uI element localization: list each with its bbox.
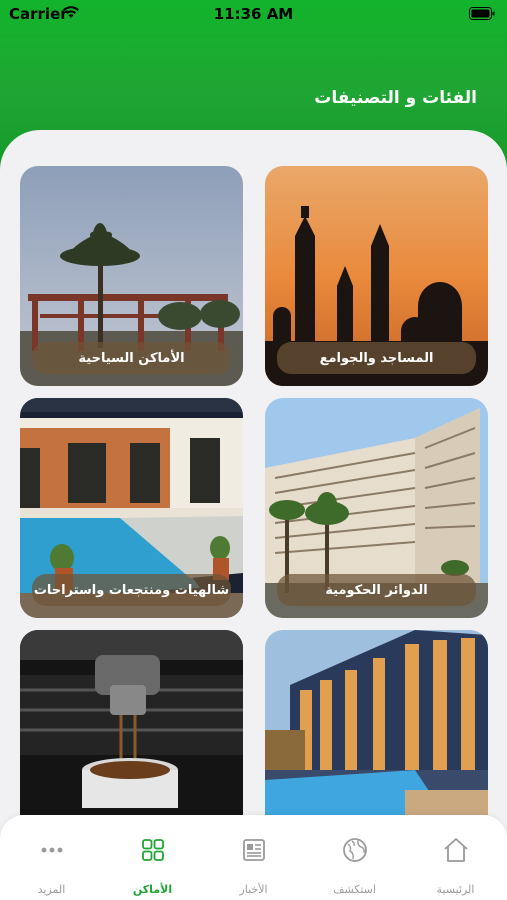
category-card-cafes[interactable] — [20, 630, 243, 815]
category-card-hotels[interactable] — [265, 630, 488, 815]
page-title: الفئات و التصنيفات — [314, 88, 477, 108]
tab-explore[interactable]: استكشف — [304, 815, 405, 900]
category-card-government[interactable]: الدوائر الحكومية — [265, 398, 488, 618]
newspaper-icon — [243, 839, 265, 861]
tab-places[interactable]: الأماكن — [102, 815, 203, 900]
category-label: الدوائر الحكومية — [277, 574, 476, 606]
categories-panel: المساجد والجوامع الأماكن السياحية الدوائ… — [0, 130, 507, 830]
hotel-night-pool-image — [265, 630, 488, 815]
globe-icon — [343, 838, 367, 862]
grid-icon — [142, 839, 164, 861]
tab-home[interactable]: الرئيسية — [405, 815, 506, 900]
category-label: الأماكن السياحية — [32, 342, 231, 374]
tab-more-label: المزيد — [37, 883, 66, 896]
category-label: المساجد والجوامع — [277, 342, 476, 374]
tab-more[interactable]: المزيد — [1, 815, 102, 900]
category-label: شالهيات ومنتجعات واستراحات — [32, 574, 231, 606]
status-bar: Carrier 11:36 AM — [0, 0, 507, 28]
tab-home-label: الرئيسية — [436, 883, 475, 896]
tab-news-label: الأخبار — [239, 883, 268, 896]
category-card-mosques[interactable]: المساجد والجوامع — [265, 166, 488, 386]
category-card-tourist-places[interactable]: الأماكن السياحية — [20, 166, 243, 386]
tab-places-label: الأماكن — [132, 883, 173, 896]
more-icon — [41, 847, 63, 853]
clock: 11:36 AM — [213, 5, 294, 23]
espresso-machine-image — [20, 630, 243, 815]
tab-explore-label: استكشف — [333, 883, 376, 896]
home-icon — [444, 838, 468, 862]
battery-icon — [469, 7, 495, 20]
tab-news[interactable]: الأخبار — [203, 815, 304, 900]
category-card-resorts[interactable]: شالهيات ومنتجعات واستراحات — [20, 398, 243, 618]
tab-bar: الرئيسية استكشف الأخبار الأماكن المزيد — [0, 815, 507, 900]
